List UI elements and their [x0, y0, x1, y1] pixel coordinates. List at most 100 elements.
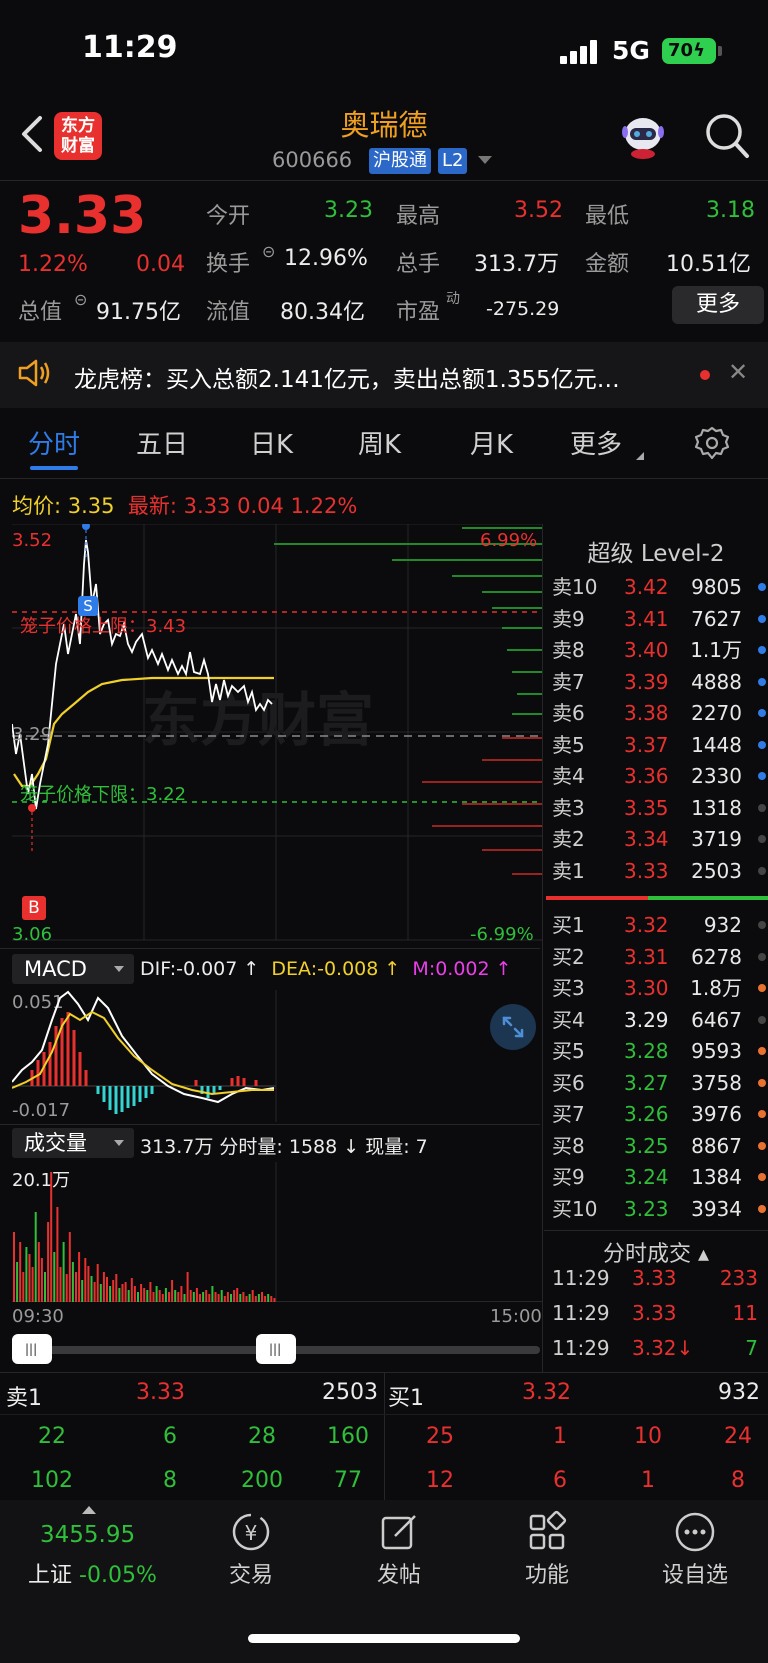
queue-volume: 6 — [553, 1468, 567, 1493]
ask-row[interactable]: 卖1 3.33 2503 — [552, 856, 768, 887]
ticks-title[interactable]: 分时成交 ▴ — [544, 1236, 768, 1268]
function-icon[interactable] — [525, 1510, 569, 1554]
index-summary[interactable]: 上证 -0.05% — [28, 1557, 157, 1589]
level2-title[interactable]: 超级 Level-2 — [544, 534, 768, 568]
post-icon[interactable] — [377, 1510, 421, 1554]
queue-volume: 28 — [248, 1424, 276, 1449]
info-icon[interactable]: ⊝ — [74, 290, 87, 309]
app-logo: 东方财富 — [54, 112, 102, 160]
volume-label: 总手 — [396, 252, 441, 277]
mcap-value: 91.75亿 — [96, 300, 181, 325]
bid-row[interactable]: 买2 3.31 6278 — [552, 942, 768, 973]
close-icon[interactable]: ✕ — [728, 358, 748, 386]
search-icon[interactable] — [704, 112, 750, 160]
back-icon[interactable] — [18, 114, 48, 154]
news-text[interactable]: 龙虎榜：买入总额2.141亿元，卖出总额1.355亿元… — [74, 360, 620, 394]
unread-dot — [700, 370, 710, 380]
level-label: 卖1 — [552, 858, 585, 883]
queue-volume: 8 — [163, 1468, 177, 1493]
bid-row[interactable]: 买6 3.27 3758 — [552, 1068, 768, 1099]
y-axis-top: 3.52 — [12, 530, 53, 551]
change-amount: 0.04 — [136, 252, 185, 277]
trade-icon[interactable]: ¥ — [229, 1510, 273, 1554]
tab-monthly-k[interactable]: 月K — [470, 424, 513, 461]
divider — [0, 180, 768, 181]
ask-row[interactable]: 卖4 3.36 2330 — [552, 761, 768, 792]
queue-volume: 77 — [334, 1468, 362, 1493]
index-value[interactable]: 3455.95 — [40, 1522, 135, 1548]
queue-volume: 1 — [641, 1468, 655, 1493]
info-icon[interactable]: ⊝ — [262, 242, 275, 261]
time-end: 15:00 — [490, 1306, 542, 1327]
volume-info: 313.7万 分时量: 1588 ↓ 现量: 7 — [140, 1136, 428, 1158]
high-value: 3.52 — [514, 198, 563, 223]
strip-ask-price: 3.33 — [136, 1380, 185, 1405]
level-label: 买10 — [552, 1196, 598, 1221]
tab-trade[interactable]: 交易 — [201, 1557, 301, 1589]
chevron-down-icon — [114, 966, 124, 972]
turnover-label: 换手 — [206, 252, 251, 277]
level-volume: 932 — [703, 913, 742, 937]
bid-row[interactable]: 买3 3.30 1.8万 — [552, 973, 768, 1004]
tick-time: 11:29 — [552, 1266, 610, 1290]
tab-post[interactable]: 发帖 — [349, 1557, 449, 1589]
y-axis-mid: 3.29 — [12, 724, 53, 745]
tab-more[interactable]: 更多 — [570, 424, 622, 461]
strip-ask-volume: 2503 — [322, 1380, 378, 1405]
level-label: 买6 — [552, 1070, 585, 1095]
y-axis-bottom: 3.06 — [12, 924, 53, 945]
chevron-up-icon[interactable] — [82, 1506, 96, 1514]
volume-chart[interactable] — [12, 1162, 542, 1302]
tab-daily-k[interactable]: 日K — [250, 424, 293, 461]
intraday-chart[interactable]: 东方财富 — [12, 524, 542, 944]
level-price: 3.31 — [624, 944, 669, 969]
queue-volume: 200 — [241, 1468, 283, 1493]
ask-row[interactable]: 卖3 3.35 1318 — [552, 793, 768, 824]
bid-row[interactable]: 买1 3.32 932 — [552, 910, 768, 941]
high-label: 最高 — [396, 204, 441, 229]
tab-more-caret — [636, 452, 644, 460]
ask-row[interactable]: 卖7 3.39 4888 — [552, 667, 768, 698]
more-button[interactable]: 更多 — [672, 286, 764, 324]
pct-axis-top: 6.99% — [480, 530, 538, 551]
ask-row[interactable]: 卖8 3.40 1.1万 — [552, 635, 768, 666]
queue-volume: 12 — [426, 1468, 454, 1493]
bid-row[interactable]: 买5 3.28 9593 — [552, 1036, 768, 1067]
ask-row[interactable]: 卖2 3.34 3719 — [552, 824, 768, 855]
level-price: 3.27 — [624, 1070, 669, 1095]
expand-icon[interactable] — [490, 1004, 536, 1050]
level-volume: 3719 — [691, 827, 742, 851]
bid-row[interactable]: 买10 3.23 3934 — [552, 1194, 768, 1225]
chevron-down-icon[interactable] — [478, 156, 492, 164]
ask-row[interactable]: 卖5 3.37 1448 — [552, 730, 768, 761]
tab-weekly-k[interactable]: 周K — [358, 424, 401, 461]
volume-value: 313.7万 — [474, 252, 559, 277]
tab-function[interactable]: 功能 — [497, 1557, 597, 1589]
level-dot — [758, 835, 766, 843]
tab-five-day[interactable]: 五日 — [136, 424, 188, 461]
gear-icon[interactable] — [694, 426, 730, 462]
bid-row[interactable]: 买7 3.26 3976 — [552, 1099, 768, 1130]
ask-row[interactable]: 卖6 3.38 2270 — [552, 698, 768, 729]
stock-name[interactable]: 奥瑞德 — [300, 102, 468, 144]
bid-row[interactable]: 买4 3.29 6467 — [552, 1005, 768, 1036]
buy-marker[interactable]: B — [22, 896, 46, 920]
tab-intraday[interactable]: 分时 — [28, 424, 80, 461]
level-dot — [758, 772, 766, 780]
slider-handle-left[interactable]: ||| — [12, 1334, 52, 1364]
slider-handle-right[interactable]: ||| — [256, 1334, 296, 1364]
level-label: 买7 — [552, 1102, 585, 1126]
ask-row[interactable]: 卖10 3.42 9805 — [552, 572, 768, 603]
bid-row[interactable]: 买8 3.25 8867 — [552, 1131, 768, 1162]
ask-row[interactable]: 卖9 3.41 7627 — [552, 604, 768, 635]
home-indicator[interactable] — [248, 1634, 520, 1643]
level-price: 3.39 — [624, 669, 669, 694]
bid-row[interactable]: 买9 3.24 1384 — [552, 1162, 768, 1193]
level-dot — [758, 1141, 766, 1150]
more-dots-icon[interactable] — [673, 1510, 717, 1554]
tab-add-watchlist[interactable]: 设自选 — [645, 1557, 745, 1589]
robot-assistant-icon[interactable] — [618, 112, 668, 160]
macd-chart[interactable] — [12, 990, 542, 1122]
watermark: 东方财富 — [142, 686, 374, 754]
open-value: 3.23 — [324, 198, 373, 223]
